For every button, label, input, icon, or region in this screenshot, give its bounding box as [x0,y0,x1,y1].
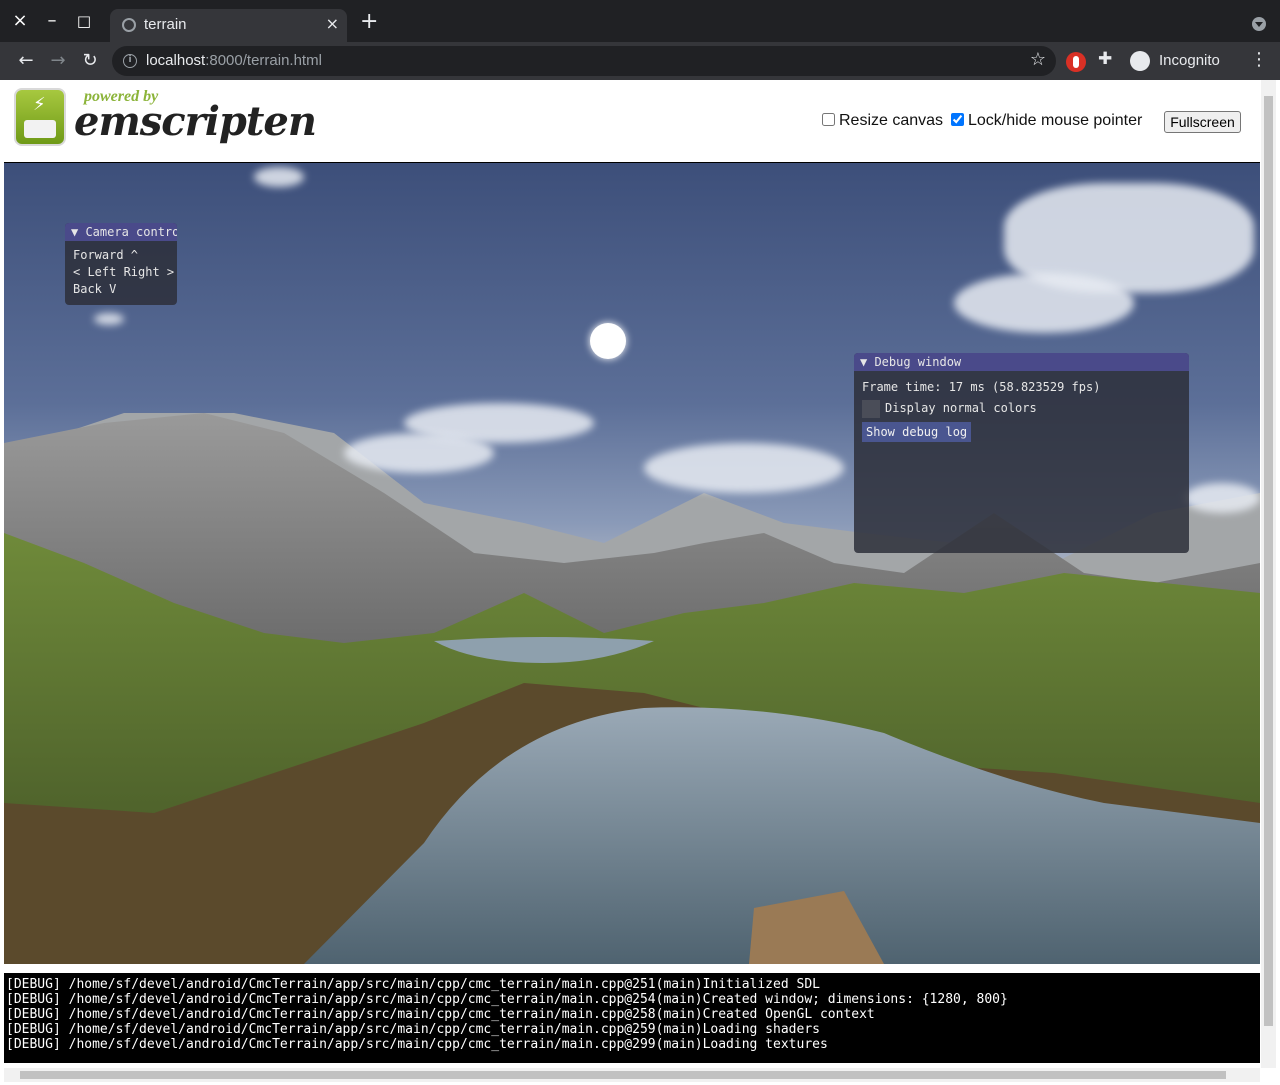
page-content: ⚡ powered by emscripten Resize canvas Lo… [4,80,1260,1068]
close-window-icon[interactable]: × [7,8,33,34]
reload-icon[interactable]: ↻ [77,48,103,74]
camera-window-title[interactable]: ▼ Camera contro [65,223,177,241]
emscripten-logo-icon: ⚡ [14,88,66,146]
globe-icon [122,18,136,32]
terrain-canvas[interactable]: ▼ Camera contro Forward ^ < Left Right >… [4,162,1260,964]
maximize-window-icon[interactable]: □ [71,8,97,34]
console-line: [DEBUG] /home/sf/devel/android/CmcTerrai… [6,977,820,992]
lock-pointer-checkbox[interactable] [951,113,964,126]
vertical-scrollbar[interactable] [1261,80,1276,1068]
console-line: [DEBUG] /home/sf/devel/android/CmcTerrai… [6,992,1008,1007]
address-bar[interactable]: i localhost:8000/terrain.html ☆ [112,46,1056,76]
show-debug-log-button[interactable]: Show debug log [862,422,972,442]
incognito-icon [1130,51,1150,71]
browser-menu-icon[interactable]: ⋮ [1250,49,1268,70]
site-info-icon[interactable]: i [123,54,137,68]
profile-label: Incognito [1159,52,1220,69]
logo-name: emscripten [74,98,317,145]
tab-title: terrain [144,16,187,33]
browser-toolbar: ← → ↻ i localhost:8000/terrain.html ☆ ✚ … [0,42,1280,80]
extension-icon[interactable] [1066,52,1086,72]
horizontal-scrollbar[interactable] [4,1068,1260,1082]
forward-icon[interactable]: → [45,48,71,74]
minimize-window-icon[interactable]: – [39,8,65,34]
debug-window[interactable]: ▼ Debug window Frame time: 17 ms (58.823… [854,353,1189,553]
sun [590,323,626,359]
back-icon[interactable]: ← [13,48,39,74]
normal-colors-checkbox[interactable] [862,399,880,418]
vertical-scroll-thumb[interactable] [1264,96,1273,1026]
console-line: [DEBUG] /home/sf/devel/android/CmcTerrai… [6,1037,828,1052]
camera-line-forward: Forward ^ [73,248,139,262]
bolt-icon: ⚡ [33,94,46,115]
normal-colors-option[interactable]: Display normal colors [854,397,1189,419]
tab-strip: × – □ terrain × + [0,0,1280,42]
resize-canvas-option[interactable]: Resize canvas [822,112,943,130]
tab-close-icon[interactable]: × [326,14,339,33]
browser-tab[interactable]: terrain × [110,9,347,42]
bookmark-star-icon[interactable]: ☆ [1030,49,1046,70]
new-tab-icon[interactable]: + [360,11,378,33]
normal-colors-label: Display normal colors [885,401,1037,415]
lock-pointer-option[interactable]: Lock/hide mouse pointer [951,112,1142,130]
extensions-puzzle-icon[interactable]: ✚ [1098,49,1112,69]
console-line: [DEBUG] /home/sf/devel/android/CmcTerrai… [6,1007,875,1022]
debug-window-title[interactable]: ▼ Debug window [854,353,1189,371]
incognito-profile[interactable]: Incognito [1128,47,1240,75]
debug-console: [DEBUG] /home/sf/devel/android/CmcTerrai… [4,973,1260,1063]
resize-canvas-label: Resize canvas [839,112,944,129]
resize-canvas-checkbox[interactable] [822,113,835,126]
camera-line-back: Back V [73,282,117,296]
lock-pointer-label: Lock/hide mouse pointer [968,112,1143,129]
console-line: [DEBUG] /home/sf/devel/android/CmcTerrai… [6,1022,820,1037]
camera-line-left-right: < Left Right > [73,265,175,279]
camera-controls-window[interactable]: ▼ Camera contro Forward ^ < Left Right >… [65,223,177,305]
frame-time-text: Frame time: 17 ms (58.823529 fps) [862,380,1101,394]
fullscreen-button[interactable]: Fullscreen [1164,111,1241,133]
url-text[interactable]: localhost:8000/terrain.html [146,52,322,69]
tab-search-icon[interactable] [1252,17,1266,31]
horizontal-scroll-thumb[interactable] [20,1071,1226,1079]
